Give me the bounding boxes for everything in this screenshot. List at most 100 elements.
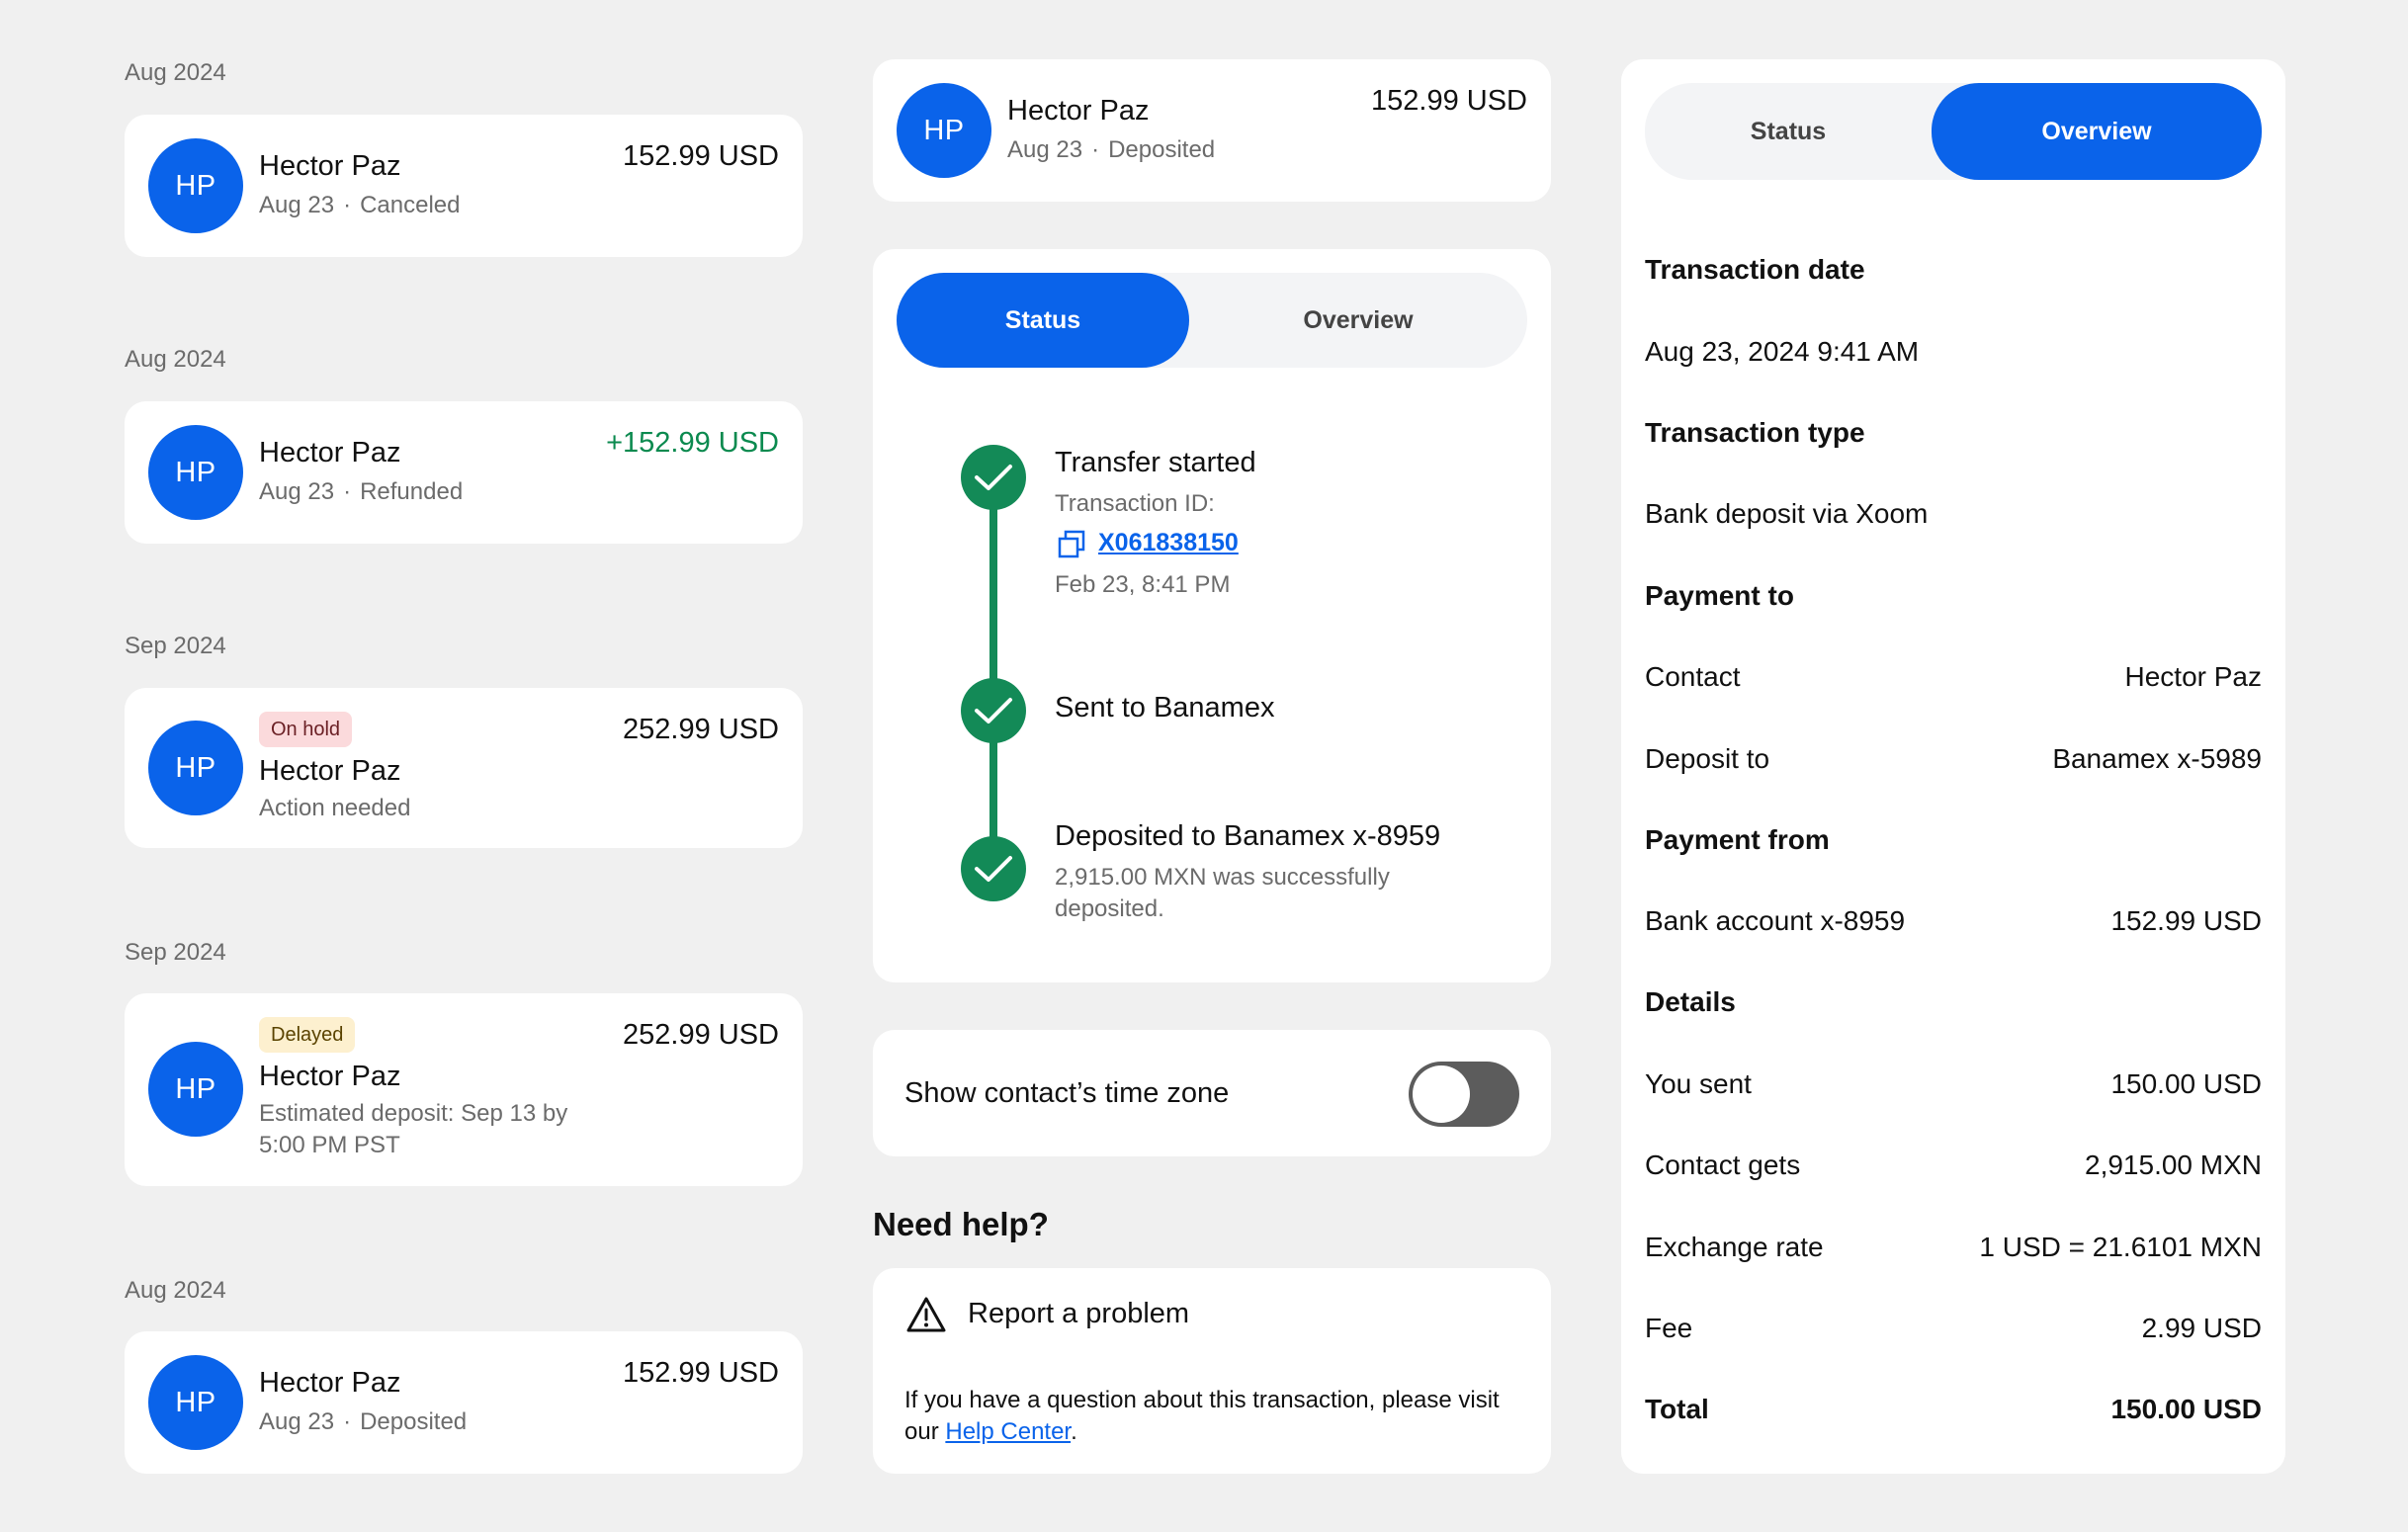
transaction-date: Aug 23 (259, 192, 335, 218)
step-title: Deposited to Banamex x-8959 (1055, 820, 1441, 852)
contact-name: Hector Paz (259, 150, 401, 182)
step-description-line2: deposited. (1055, 895, 1164, 922)
transaction-card[interactable]: HP Hector Paz Aug 23 · Refunded +152.99 US… (125, 401, 803, 544)
warning-icon (906, 1296, 946, 1333)
toggle-knob (1413, 1065, 1470, 1123)
transaction-amount: 152.99 USD (623, 140, 779, 172)
total-value: 150.00 USD (2110, 1394, 2262, 1424)
transaction-subtitle: Aug 23 · Deposited (1007, 136, 1215, 164)
step-title: Transfer started (1055, 447, 1256, 478)
help-text-suffix: . (1071, 1418, 1077, 1445)
transaction-id-link[interactable]: X061838150 (1098, 529, 1239, 557)
avatar: HP (148, 1355, 243, 1450)
you-sent-label: You sent (1645, 1068, 1752, 1099)
contact-name: Hector Paz (259, 1367, 401, 1399)
transaction-date-value: Aug 23, 2024 9:41 AM (1645, 336, 1920, 367)
status-overview-tabs: Status Overview (1645, 83, 2262, 180)
fee-label: Fee (1645, 1313, 1693, 1343)
contact-gets-value: 2,915.00 MXN (2085, 1149, 2262, 1180)
timezone-label: Show contact’s time zone (904, 1077, 1230, 1109)
transaction-date: Aug 23 (259, 1408, 335, 1435)
transaction-type-heading: Transaction type (1645, 417, 1865, 448)
payment-to-heading: Payment to (1645, 580, 1794, 611)
month-label: Aug 2024 (125, 59, 226, 86)
exchange-rate-value: 1 USD = 21.6101 MXN (1979, 1232, 2262, 1262)
deposit-to-value: Banamex x-5989 (2052, 743, 2262, 774)
bank-account-label: Bank account x-8959 (1645, 905, 1906, 936)
transaction-status: Refunded (360, 478, 464, 505)
month-label: Aug 2024 (125, 1277, 226, 1304)
contact-gets-label: Contact gets (1645, 1149, 1801, 1180)
avatar: HP (148, 138, 243, 233)
avatar: HP (897, 83, 991, 178)
transaction-card[interactable]: HP Hector Paz Aug 23 · Deposited 152.99 US… (125, 1331, 803, 1474)
month-label: Sep 2024 (125, 939, 226, 966)
transaction-subtitle: Aug 23 · Refunded (259, 478, 463, 506)
transaction-card[interactable]: HP Hector Paz Aug 23 · Canceled 152.99 USD (125, 115, 803, 257)
tab-overview[interactable]: Overview (1932, 83, 2262, 180)
you-sent-value: 150.00 USD (2110, 1068, 2262, 1099)
separator-dot: · (343, 192, 352, 218)
separator-dot: · (1091, 136, 1100, 163)
total-label: Total (1645, 1394, 1709, 1424)
separator-dot: · (343, 478, 352, 505)
bank-account-value: 152.99 USD (2110, 905, 2262, 936)
transaction-amount: 252.99 USD (623, 714, 779, 745)
transaction-id-label: Transaction ID: (1055, 490, 1215, 517)
contact-name: Hector Paz (1007, 95, 1150, 127)
tab-status[interactable]: Status (897, 273, 1189, 368)
transaction-amount: +152.99 USD (606, 427, 779, 459)
status-card: Status Overview Transfer started Transac… (873, 249, 1551, 982)
avatar: HP (148, 721, 243, 815)
transaction-subtitle: Aug 23 · Canceled (259, 192, 460, 219)
transaction-status: Deposited (1108, 136, 1216, 163)
report-problem-button[interactable]: Report a problem (968, 1298, 1189, 1330)
step-description-line1: 2,915.00 MXN was successfully (1055, 864, 1390, 891)
transaction-type-value: Bank deposit via Xoom (1645, 498, 1929, 529)
fee-value: 2.99 USD (2141, 1313, 2262, 1343)
step-timestamp: Feb 23, 8:41 PM (1055, 571, 1231, 598)
check-icon (961, 445, 1026, 510)
transaction-date: Aug 23 (1007, 136, 1083, 163)
status-badge: Delayed (259, 1017, 356, 1053)
tab-status[interactable]: Status (1645, 83, 1932, 180)
payment-from-heading: Payment from (1645, 824, 1830, 855)
details-heading: Details (1645, 986, 1736, 1017)
transaction-status: Canceled (360, 192, 461, 218)
transaction-card[interactable]: HP On hold Hector Paz Action needed 252.… (125, 688, 803, 848)
transaction-card[interactable]: HP Delayed Hector Paz Estimated deposit:… (125, 993, 803, 1186)
step-title: Sent to Banamex (1055, 692, 1275, 723)
avatar: HP (148, 425, 243, 520)
contact-label: Contact (1645, 661, 1741, 692)
transaction-header-card: HP Hector Paz Aug 23 · Deposited 152.99 US… (873, 59, 1551, 202)
check-icon (961, 678, 1026, 743)
help-text-line1: If you have a question about this transa… (904, 1387, 1500, 1413)
help-center-link[interactable]: Help Center (945, 1418, 1071, 1445)
contact-name: Hector Paz (259, 1061, 401, 1092)
transaction-amount: 252.99 USD (623, 1019, 779, 1051)
status-badge: On hold (259, 712, 353, 747)
separator-dot: · (343, 1408, 352, 1435)
check-icon (961, 836, 1026, 901)
transaction-subtitle: Aug 23 · Deposited (259, 1408, 467, 1436)
deposit-to-label: Deposit to (1645, 743, 1770, 774)
help-text-prefix: our (904, 1418, 946, 1445)
screen: Aug 2024 HP Hector Paz Aug 23 · Canceled 1… (0, 0, 2408, 1532)
transaction-date-heading: Transaction date (1645, 254, 1865, 285)
timezone-toggle[interactable] (1409, 1062, 1519, 1127)
month-label: Aug 2024 (125, 346, 226, 373)
contact-value: Hector Paz (2124, 661, 2263, 692)
tab-overview[interactable]: Overview (1189, 273, 1527, 368)
action-note: Action needed (259, 795, 411, 821)
transaction-date: Aug 23 (259, 478, 335, 505)
transaction-status: Deposited (360, 1408, 468, 1435)
estimated-deposit-line1: Estimated deposit: Sep 13 by (259, 1100, 568, 1127)
help-card: Report a problem If you have a question … (873, 1268, 1551, 1474)
contact-name: Hector Paz (259, 437, 401, 468)
month-label: Sep 2024 (125, 633, 226, 659)
status-overview-tabs: Status Overview (897, 273, 1527, 368)
help-heading: Need help? (873, 1206, 1049, 1242)
help-text-line2: our Help Center. (904, 1416, 1500, 1448)
avatar: HP (148, 1042, 243, 1137)
copy-icon[interactable] (1057, 530, 1086, 559)
